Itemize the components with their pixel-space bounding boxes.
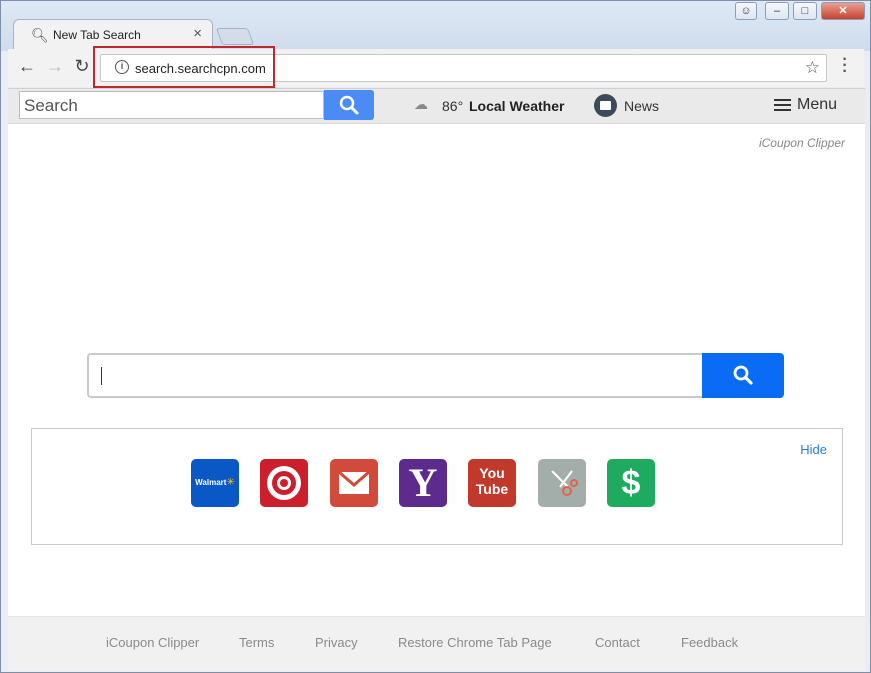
search-icon (733, 365, 753, 385)
page-content: Search ☁ 86° Local Weather News Menu iCo… (8, 88, 865, 671)
yahoo-label: Y (408, 460, 438, 505)
footer-link-terms[interactable]: Terms (239, 635, 274, 650)
text-cursor (101, 367, 102, 385)
news-link[interactable]: News (624, 98, 659, 114)
weather-temperature[interactable]: 86° (442, 98, 463, 114)
quicklinks-panel: Hide Walmart✳ Y You Tube $ (31, 428, 843, 545)
browser-window: 🔍︎ New Tab Search × ☺ – □ ✕ ← → ↻ i sear… (0, 0, 871, 673)
bookmark-star-icon[interactable]: ☆ (805, 58, 820, 78)
brand-label: iCoupon Clipper (758, 136, 845, 150)
user-icon[interactable]: ☺ (735, 2, 757, 20)
dollar-label: $ (621, 464, 641, 502)
extension-topbar: Search ☁ 86° Local Weather News Menu (8, 89, 865, 124)
yahoo-icon[interactable]: Y (399, 459, 447, 507)
footer-link-feedback[interactable]: Feedback (681, 635, 738, 650)
url-highlight-box (93, 46, 275, 88)
topbar-search-button[interactable] (324, 90, 374, 120)
tab-title: New Tab Search (53, 28, 141, 42)
hamburger-menu-icon[interactable] (774, 99, 791, 111)
footer: iCoupon Clipper Terms Privacy Restore Ch… (8, 616, 865, 671)
coupon-clipper-icon[interactable] (538, 459, 586, 507)
target-logo (267, 466, 301, 500)
menu-button[interactable]: Menu (797, 96, 837, 114)
envelope-logo (338, 470, 370, 494)
close-window-button[interactable]: ✕ (821, 2, 865, 20)
walmart-label: Walmart (195, 478, 227, 487)
cloud-icon: ☁ (414, 96, 428, 112)
footer-link-privacy[interactable]: Privacy (315, 635, 358, 650)
footer-link-restore[interactable]: Restore Chrome Tab Page (398, 635, 552, 650)
search-icon: 🔍︎ (31, 27, 49, 43)
close-tab-icon[interactable]: × (193, 25, 202, 42)
maximize-button[interactable]: □ (793, 2, 817, 20)
back-icon[interactable]: ← (16, 55, 38, 77)
weather-link[interactable]: Local Weather (469, 98, 564, 114)
minimize-button[interactable]: – (765, 2, 789, 20)
browser-menu-icon[interactable]: · · · (840, 52, 850, 80)
browser-tab[interactable]: 🔍︎ New Tab Search × (13, 19, 213, 49)
title-bar: 🔍︎ New Tab Search × ☺ – □ ✕ (1, 1, 870, 51)
main-search-input[interactable] (87, 353, 703, 398)
youtube-icon[interactable]: You Tube (468, 459, 516, 507)
scissors-logo (551, 470, 578, 496)
main-search-button[interactable] (702, 353, 784, 398)
new-tab-button[interactable] (215, 28, 255, 45)
hide-link[interactable]: Hide (800, 442, 827, 457)
news-icon[interactable] (594, 94, 617, 117)
mail-icon[interactable] (330, 459, 378, 507)
walmart-icon[interactable]: Walmart✳ (191, 459, 239, 507)
search-icon (339, 95, 359, 115)
topbar-search-input[interactable]: Search (19, 91, 324, 119)
target-icon[interactable] (260, 459, 308, 507)
footer-link-icoupon[interactable]: iCoupon Clipper (106, 635, 199, 650)
footer-link-contact[interactable]: Contact (595, 635, 640, 650)
reload-icon[interactable]: ↻ (71, 55, 93, 77)
forward-icon[interactable]: → (44, 55, 66, 77)
youtube-label: You Tube (475, 465, 509, 497)
dollar-icon[interactable]: $ (607, 459, 655, 507)
